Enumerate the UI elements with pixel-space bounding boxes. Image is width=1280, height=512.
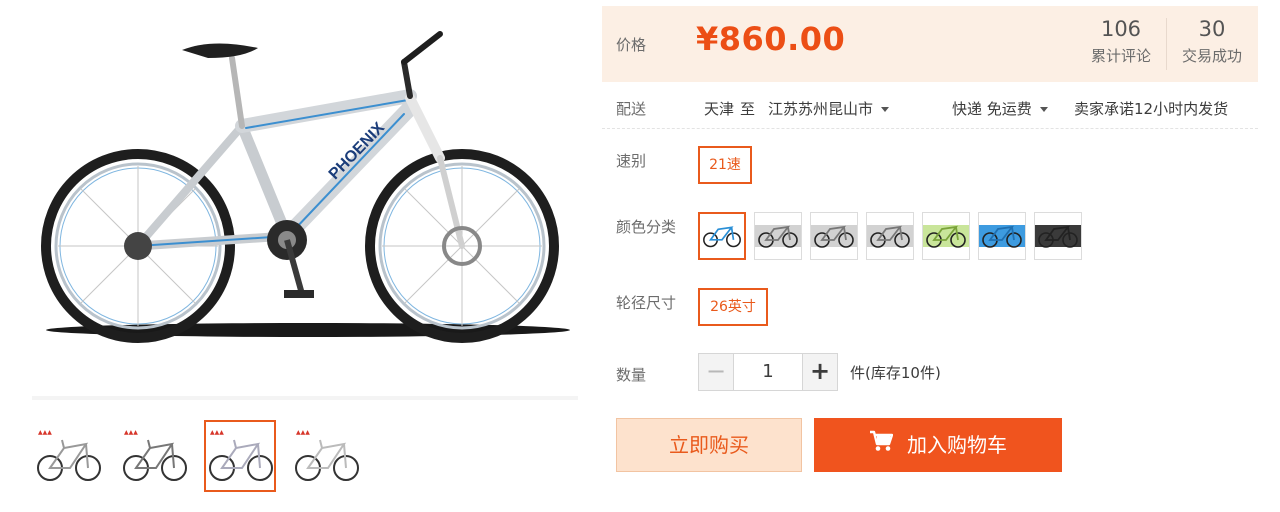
quantity-input[interactable]: 1 bbox=[734, 353, 802, 391]
stock-text: 件(库存10件) bbox=[850, 364, 941, 382]
delivery-method-select[interactable]: 快递 免运费 bbox=[952, 98, 1048, 119]
stat-separator bbox=[1166, 18, 1167, 70]
wheel-option-selected[interactable]: 26英寸 bbox=[698, 288, 768, 326]
add-to-cart-label: 加入购物车 bbox=[907, 433, 1007, 457]
bike-thumbnail-icon: ▲▲▲ bbox=[37, 429, 101, 481]
bike-grey-icon bbox=[811, 225, 857, 248]
color-swatch-5[interactable] bbox=[922, 212, 970, 260]
speed-option-selected[interactable]: 21速 bbox=[698, 146, 752, 184]
price-label: 价格 bbox=[616, 36, 647, 54]
delivery-to-word: 至 bbox=[740, 100, 756, 118]
color-swatch-7[interactable] bbox=[1034, 212, 1082, 260]
thumbnail-2[interactable]: ▲▲▲ bbox=[118, 420, 190, 492]
stat-reviews-count: 106 bbox=[1100, 17, 1142, 41]
price-value: ¥860.00 bbox=[696, 20, 846, 58]
bike-black-icon bbox=[1035, 225, 1081, 248]
shopping-cart-icon bbox=[869, 418, 894, 472]
color-swatch-3[interactable] bbox=[810, 212, 858, 260]
color-swatch-4[interactable] bbox=[866, 212, 914, 260]
color-swatch-6[interactable] bbox=[978, 212, 1026, 260]
svg-text:▲▲▲: ▲▲▲ bbox=[124, 429, 138, 436]
delivery-destination-select[interactable]: 江苏苏州昆山市 bbox=[768, 98, 890, 119]
color-swatch-1[interactable] bbox=[698, 212, 746, 260]
bike-grey-icon bbox=[867, 225, 913, 248]
quantity-label: 数量 bbox=[616, 366, 647, 384]
delivery-label: 配送 bbox=[616, 100, 647, 118]
bike-blue-icon bbox=[979, 225, 1025, 248]
stat-deals-count: 30 bbox=[1198, 17, 1226, 41]
stat-deals-label: 交易成功 bbox=[1181, 47, 1242, 65]
quantity-minus-button[interactable]: − bbox=[698, 353, 734, 391]
dashed-divider bbox=[602, 128, 1258, 129]
caret-down-icon bbox=[1039, 107, 1048, 112]
delivery-promise: 卖家承诺12小时内发货 bbox=[1074, 100, 1229, 118]
thumbnail-1[interactable]: ▲▲▲ bbox=[32, 420, 104, 492]
add-to-cart-button[interactable]: 加入购物车 bbox=[814, 418, 1062, 472]
wheel-label: 轮径尺寸 bbox=[616, 294, 677, 312]
thumbnail-3-selected[interactable]: ▲▲▲ bbox=[204, 420, 276, 492]
stat-reviews[interactable]: 106 累计评论 bbox=[1086, 16, 1156, 72]
svg-text:▲▲▲: ▲▲▲ bbox=[296, 429, 310, 436]
bike-thumbnail-icon: ▲▲▲ bbox=[295, 429, 359, 481]
delivery-destination: 江苏苏州昆山市 bbox=[768, 100, 874, 118]
price-panel: 价格 ¥860.00 106 累计评论 30 交易成功 bbox=[602, 6, 1258, 82]
main-product-image[interactable]: PHOENIX bbox=[32, 8, 578, 398]
product-gallery: PHOENIX ▲▲▲ ▲▲▲ ▲▲▲ ▲▲▲ bbox=[0, 0, 590, 512]
product-info: 价格 ¥860.00 106 累计评论 30 交易成功 配送 天津 至 江苏苏州… bbox=[602, 0, 1258, 512]
bike-grey-icon bbox=[755, 225, 801, 248]
delivery-method: 快递 免运费 bbox=[952, 100, 1032, 118]
bike-green-icon bbox=[923, 225, 969, 248]
bike-silver-blue-icon bbox=[700, 225, 744, 248]
svg-text:▲▲▲: ▲▲▲ bbox=[38, 429, 52, 436]
buy-now-button[interactable]: 立即购买 bbox=[616, 418, 802, 472]
bicycle-image-icon: PHOENIX bbox=[41, 31, 570, 343]
bike-thumbnail-icon: ▲▲▲ bbox=[209, 429, 273, 481]
stat-reviews-label: 累计评论 bbox=[1090, 47, 1151, 65]
svg-text:▲▲▲: ▲▲▲ bbox=[210, 429, 224, 436]
color-swatch-2[interactable] bbox=[754, 212, 802, 260]
caret-down-icon bbox=[881, 107, 890, 112]
quantity-plus-button[interactable]: + bbox=[802, 353, 838, 391]
divider bbox=[32, 396, 578, 400]
speed-label: 速别 bbox=[616, 152, 647, 170]
delivery-row: 配送 天津 至 江苏苏州昆山市 快递 免运费 卖家承诺12小时内发货 bbox=[602, 86, 1258, 130]
bike-thumbnail-icon: ▲▲▲ bbox=[123, 429, 187, 481]
color-label: 颜色分类 bbox=[616, 218, 677, 236]
thumbnail-4[interactable]: ▲▲▲ bbox=[290, 420, 362, 492]
delivery-from: 天津 bbox=[704, 100, 735, 118]
stat-deals[interactable]: 30 交易成功 bbox=[1174, 16, 1250, 72]
